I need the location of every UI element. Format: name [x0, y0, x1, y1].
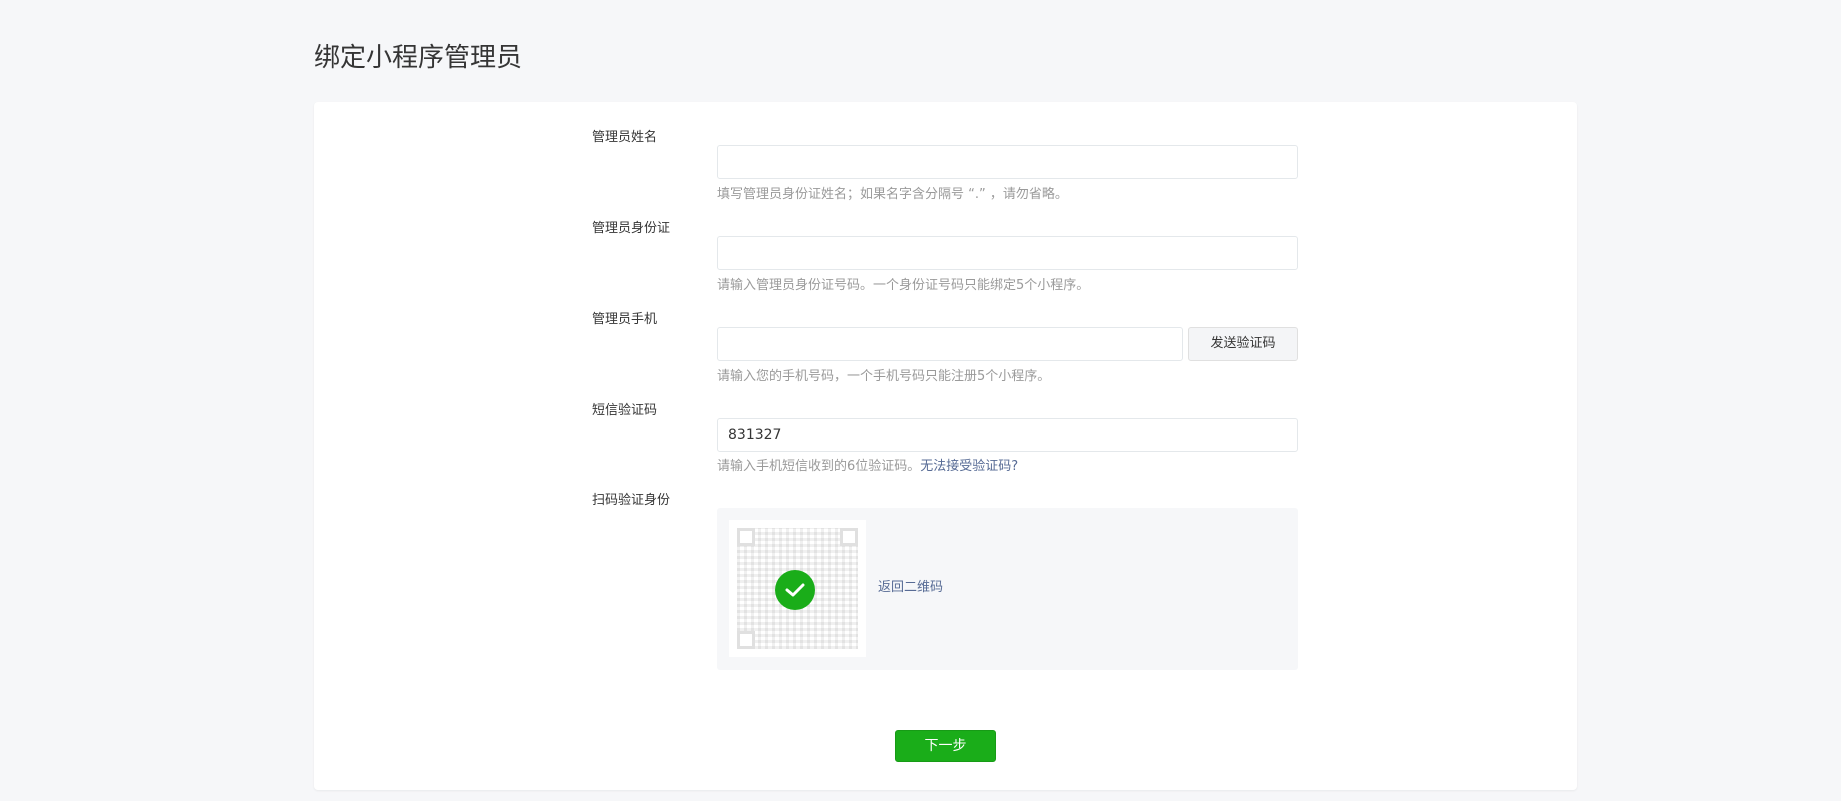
name-label: 管理员姓名	[592, 130, 658, 145]
sms-code-hint-text: 请输入手机短信收到的6位验证码。	[717, 459, 921, 474]
phone-label: 管理员手机	[592, 312, 658, 327]
cannot-receive-code-link[interactable]: 无法接受验证码?	[920, 459, 1018, 474]
sms-code-input[interactable]: 831327	[717, 418, 1298, 452]
qr-finder-top-right	[840, 528, 858, 546]
qr-code	[729, 520, 866, 657]
name-input[interactable]	[717, 145, 1298, 179]
page-title: 绑定小程序管理员	[314, 43, 523, 73]
check-circle-icon	[775, 570, 815, 610]
phone-input[interactable]	[717, 327, 1183, 361]
send-code-button[interactable]: 发送验证码	[1188, 327, 1298, 361]
name-hint: 填写管理员身份证姓名；如果名字含分隔号 “.” ，请勿省略。	[717, 187, 1068, 202]
sms-code-label: 短信验证码	[592, 403, 658, 418]
id-card-input[interactable]	[717, 236, 1298, 270]
sms-code-hint: 请输入手机短信收到的6位验证码。无法接受验证码?	[717, 457, 1018, 477]
back-to-qr-link[interactable]: 返回二维码	[878, 578, 943, 598]
qr-finder-bottom-left	[737, 631, 755, 649]
form-card: 管理员姓名 填写管理员身份证姓名；如果名字含分隔号 “.” ，请勿省略。 管理员…	[314, 102, 1577, 790]
scan-panel: 返回二维码	[717, 508, 1298, 670]
id-card-hint: 请输入管理员身份证号码。一个身份证号码只能绑定5个小程序。	[717, 278, 1090, 293]
next-step-button[interactable]: 下一步	[895, 730, 996, 762]
scan-label: 扫码验证身份	[592, 493, 671, 508]
phone-hint: 请输入您的手机号码，一个手机号码只能注册5个小程序。	[717, 369, 1051, 384]
qr-finder-top-left	[737, 528, 755, 546]
id-card-label: 管理员身份证	[592, 221, 671, 236]
